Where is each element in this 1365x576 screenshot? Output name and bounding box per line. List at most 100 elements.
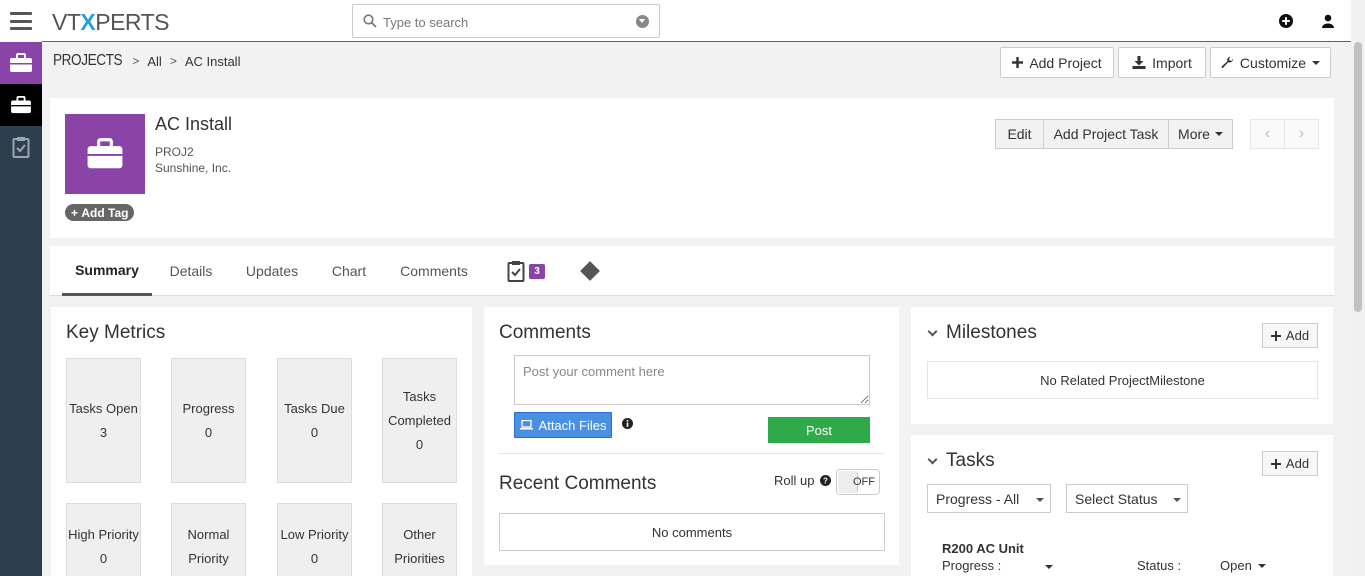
metric-label: Progress (182, 400, 235, 416)
clipboard-check-icon (12, 137, 30, 158)
search-input[interactable] (383, 12, 623, 32)
progress-filter-value: Progress - All (936, 490, 1020, 507)
global-search[interactable] (352, 4, 660, 38)
chevron-down-icon[interactable] (927, 454, 938, 465)
task-progress-label: Progress : (942, 558, 1002, 573)
record-tabs: Summary Details Updates Chart Comments 3 (50, 246, 1334, 296)
breadcrumb: PROJECTS > All > AC Install (53, 52, 240, 70)
breadcrumb-module[interactable]: PROJECTS (53, 52, 123, 70)
left-rail (0, 0, 42, 576)
more-actions-button[interactable]: More (1168, 119, 1233, 149)
attach-files-button[interactable]: Attach Files (514, 412, 612, 438)
post-comment-button[interactable]: Post (768, 417, 870, 443)
metric-label: Normal Priority (187, 527, 230, 566)
user-profile-icon[interactable] (1322, 14, 1334, 28)
hamburger-icon (10, 12, 32, 30)
previous-record-button[interactable]: ‹ (1250, 119, 1285, 149)
tab-updates[interactable]: Updates (236, 246, 308, 296)
task-status-dropdown[interactable]: Open (1220, 558, 1266, 573)
metric-value: 0 (99, 551, 108, 566)
rail-item-tasks[interactable] (0, 126, 42, 168)
task-count-badge: 3 (529, 263, 545, 279)
milestones-panel: Milestones Add No Related ProjectMilesto… (911, 307, 1333, 424)
scrollbar-thumb[interactable] (1354, 42, 1362, 312)
metric-tasks-completed: Tasks Completed 0 (382, 358, 457, 483)
customize-label: Customize (1239, 54, 1307, 71)
tab-chart-label: Chart (331, 263, 367, 279)
plus-icon (1012, 57, 1024, 68)
rollup-toggle[interactable]: OFF (836, 469, 880, 495)
next-record-button[interactable]: › (1284, 119, 1319, 149)
chevron-down-icon (1214, 132, 1223, 136)
divider (499, 453, 884, 454)
add-task-button[interactable]: Add (1262, 451, 1318, 476)
search-options-dropdown-icon[interactable] (636, 15, 649, 28)
toggle-state-label: OFF (853, 476, 875, 488)
tab-comments[interactable]: Comments (390, 246, 478, 296)
tab-details[interactable]: Details (160, 246, 222, 296)
key-metrics-panel: Key Metrics Tasks Open 3 Progress 0 Task… (51, 307, 472, 576)
add-tag-label: Add Tag (81, 205, 129, 220)
metric-value: 0 (415, 436, 424, 452)
breadcrumb-filter[interactable]: All (147, 54, 161, 69)
metric-tasks-due: Tasks Due 0 (277, 358, 352, 483)
question-circle-icon[interactable]: ? (820, 475, 832, 486)
tab-milestones[interactable] (572, 246, 608, 296)
rail-item-projects-active[interactable] (0, 84, 42, 126)
breadcrumb-separator-icon: > (132, 54, 140, 68)
no-comments-message: No comments (499, 513, 885, 551)
add-project-task-button[interactable]: Add Project Task (1043, 119, 1169, 149)
app-logo[interactable]: VTXPERTS (52, 9, 170, 36)
wrench-icon (1221, 56, 1233, 68)
metric-label: Tasks Open (69, 400, 138, 416)
metric-other-priorities: Other Priorities (382, 503, 457, 576)
chevron-down-icon[interactable] (927, 326, 938, 337)
status-filter-select[interactable]: Select Status (1066, 484, 1188, 513)
key-metrics-title: Key Metrics (66, 322, 166, 343)
download-icon (1132, 56, 1146, 69)
logo-text-x: X (80, 9, 96, 35)
metric-label: High Priority (68, 527, 139, 542)
page-scrollbar[interactable] (1351, 0, 1365, 576)
comments-panel: Comments Attach Files Post Recent Commen… (484, 307, 899, 565)
search-icon (363, 14, 377, 28)
chevron-down-icon (1036, 498, 1044, 502)
briefcase-icon (11, 96, 31, 114)
progress-filter-select[interactable]: Progress - All (927, 484, 1051, 513)
chevron-down-icon (1257, 563, 1266, 568)
comment-input[interactable] (514, 355, 870, 405)
add-task-label: Add (1285, 456, 1310, 471)
tab-chart[interactable]: Chart (322, 246, 376, 296)
more-label: More (1178, 126, 1210, 142)
attach-files-label: Attach Files (538, 417, 607, 433)
import-button[interactable]: Import (1118, 47, 1206, 78)
diamond-icon (580, 261, 600, 281)
add-milestone-button[interactable]: Add (1262, 323, 1318, 348)
add-project-label: Add Project (1029, 54, 1102, 71)
account-name[interactable]: Sunshine, Inc. (155, 160, 231, 176)
quick-create-plus-icon[interactable] (1279, 14, 1293, 28)
task-status-label: Status : (1137, 558, 1182, 573)
tab-summary[interactable]: Summary (62, 246, 152, 296)
edit-label: Edit (1007, 126, 1032, 142)
edit-button[interactable]: Edit (995, 119, 1044, 149)
record-image (65, 114, 145, 194)
add-tag-button[interactable]: + Add Tag (65, 204, 135, 221)
task-name[interactable]: R200 AC Unit (942, 541, 1024, 556)
metric-value: 0 (310, 424, 319, 440)
info-icon[interactable] (622, 418, 633, 429)
customize-button[interactable]: Customize (1210, 47, 1331, 78)
breadcrumb-separator-icon: > (169, 54, 177, 68)
record-title: AC Install (155, 114, 233, 134)
plus-icon (1270, 330, 1281, 341)
tab-project-tasks[interactable]: 3 (498, 246, 554, 296)
laptop-icon (519, 420, 533, 430)
metric-label: Low Priority (280, 527, 349, 542)
logo-text-left: VT (52, 9, 81, 35)
tab-updates-label: Updates (245, 263, 299, 279)
progress-dropdown-icon[interactable] (1045, 565, 1053, 569)
rail-item-projects[interactable] (0, 42, 42, 84)
menu-toggle-button[interactable] (0, 0, 42, 42)
add-project-button[interactable]: Add Project (1000, 47, 1114, 78)
rollup-label-group: Roll up ? (774, 473, 832, 488)
